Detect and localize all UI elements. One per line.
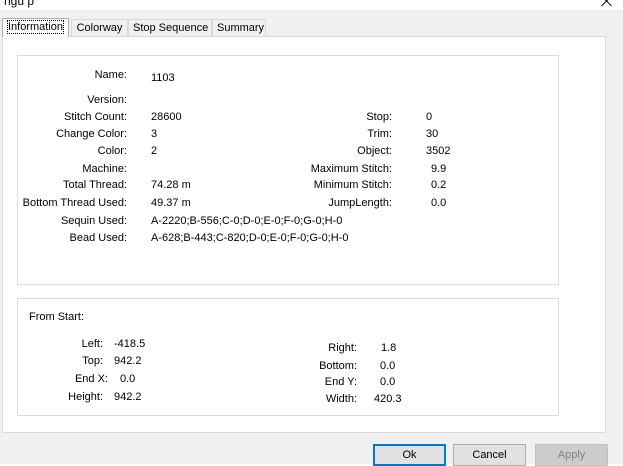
height-label: Height: [68, 391, 103, 403]
object-value: 3502 [426, 145, 451, 157]
stitch-count-label: Stitch Count: [64, 111, 127, 123]
total-thread-value: 74.28 m [151, 179, 191, 191]
min-stitch-value: 0.2 [431, 179, 447, 191]
jump-length-label: JumpLength: [328, 197, 392, 209]
right-value: 1.8 [381, 342, 397, 354]
change-color-value: 3 [151, 128, 158, 140]
apply-button[interactable]: Apply [535, 444, 608, 466]
tab-information[interactable]: Information [2, 18, 69, 37]
sequin-used-label: Sequin Used: [60, 215, 127, 227]
information-group: Name: 1103 Version: Stitch Count: 28600 … [17, 55, 559, 285]
bead-used-label: Bead Used: [69, 232, 127, 244]
top-value: 942.2 [114, 355, 142, 367]
sequin-used-value: A-2220;B-556;C-0;D-0;E-0;F-0;G-0;H-0 [151, 215, 343, 227]
color-label: Color: [97, 145, 127, 157]
tab-colorway-label: Colorway [76, 22, 123, 34]
end-y-label: End Y: [324, 376, 357, 388]
trim-label: Trim: [367, 128, 392, 140]
stop-value: 0 [426, 111, 433, 123]
change-color-label: Change Color: [56, 128, 127, 140]
title-bar: ngu p [0, 0, 623, 10]
tab-stop-sequence[interactable]: Stop Sequence [128, 19, 212, 36]
stop-label: Stop: [366, 111, 392, 123]
tab-information-label: Information [6, 20, 65, 34]
max-stitch-value: 9.9 [431, 163, 447, 175]
left-label: Left: [81, 338, 103, 350]
total-thread-label: Total Thread: [62, 179, 127, 191]
information-panel: Name: 1103 Version: Stitch Count: 28600 … [2, 36, 606, 433]
bottom-label: Bottom: [319, 360, 357, 372]
left-value: -418.5 [114, 338, 146, 350]
color-value: 2 [151, 145, 158, 157]
top-label: Top: [82, 355, 103, 367]
window-title: ngu p [4, 0, 35, 8]
right-label: Right: [328, 342, 357, 354]
bead-used-value: A-628;B-443;C-820;D-0;E-0;F-0;G-0;H-0 [151, 232, 349, 244]
machine-label: Machine: [82, 163, 127, 175]
max-stitch-label: Maximum Stitch: [310, 163, 392, 175]
jump-length-value: 0.0 [431, 197, 447, 209]
object-label: Object: [357, 145, 392, 157]
cancel-button[interactable]: Cancel [453, 444, 526, 466]
tab-colorway[interactable]: Colorway [71, 19, 128, 36]
height-value: 942.2 [114, 391, 142, 403]
tab-stop-sequence-label: Stop Sequence [133, 22, 209, 34]
end-x-label: End X: [74, 373, 108, 385]
close-icon[interactable] [600, 0, 614, 8]
stitch-count-value: 28600 [151, 111, 182, 123]
bottom-thread-label: Bottom Thread Used: [22, 197, 127, 209]
end-x-value: 0.0 [120, 373, 136, 385]
min-stitch-label: Minimum Stitch: [313, 179, 392, 191]
width-value: 420.3 [374, 393, 402, 405]
version-label: Version: [87, 94, 127, 106]
tab-summary-label: Summary [217, 22, 265, 34]
name-value: 1103 [151, 72, 175, 84]
bottom-thread-value: 49.37 m [151, 197, 191, 209]
end-y-value: 0.0 [380, 376, 396, 388]
trim-value: 30 [426, 128, 439, 140]
name-label: Name: [94, 69, 127, 81]
ok-button[interactable]: Ok [373, 444, 446, 466]
from-start-heading: From Start: [29, 311, 85, 323]
tab-summary[interactable]: Summary [212, 19, 266, 36]
width-label: Width: [325, 393, 357, 405]
bottom-value: 0.0 [380, 360, 396, 372]
from-start-group: From Start: Left: -418.5 Top: 942.2 End … [17, 298, 559, 416]
